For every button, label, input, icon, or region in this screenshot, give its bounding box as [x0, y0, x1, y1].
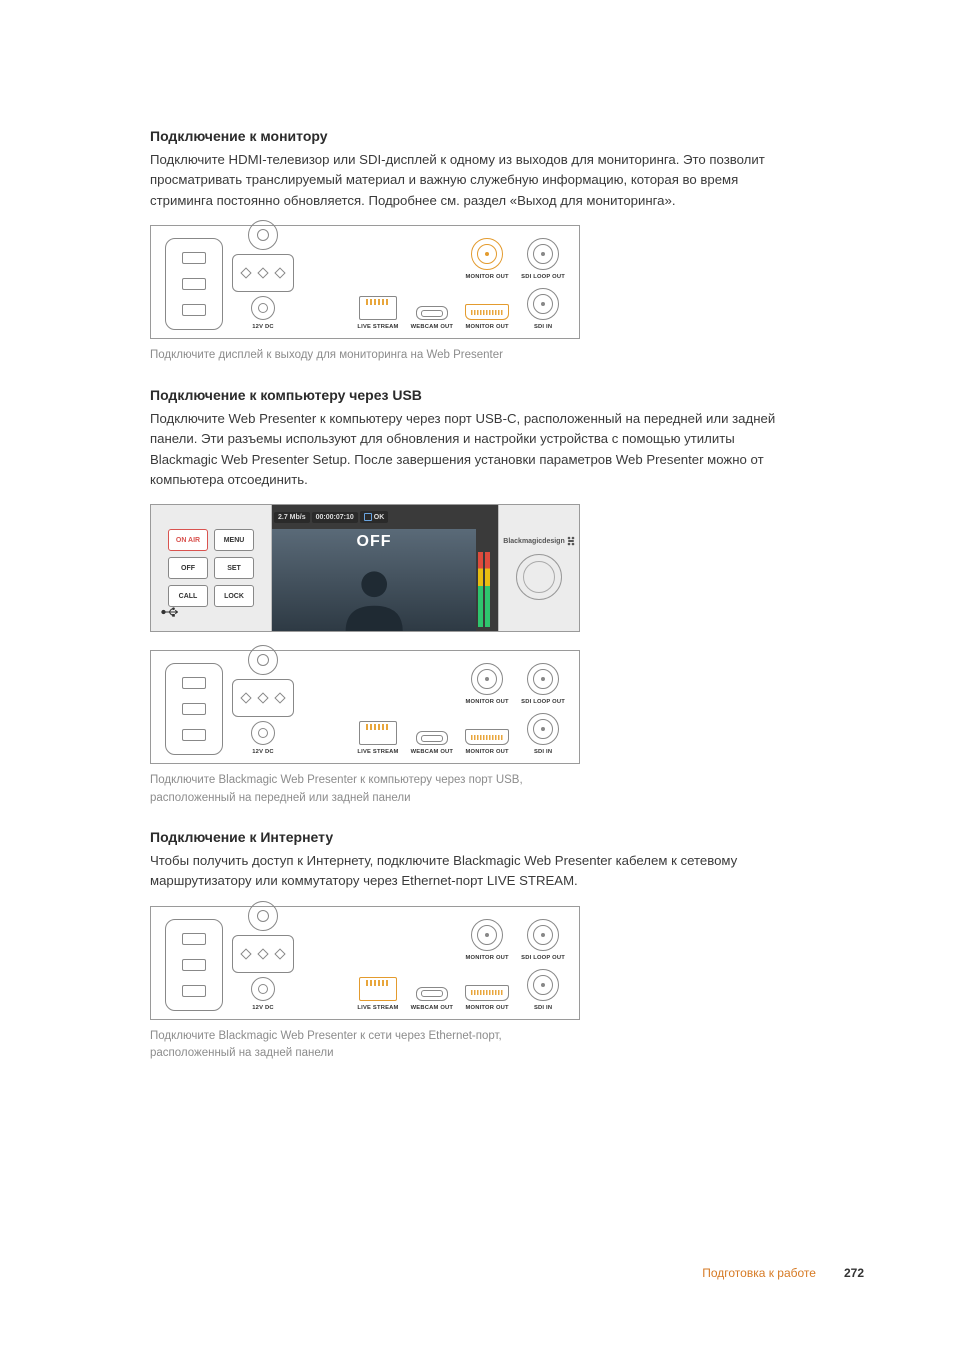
- bnc-monitor-out-icon: [471, 919, 503, 951]
- button-call: CALL: [168, 585, 208, 607]
- bnc-sdi-in-icon: [527, 288, 559, 320]
- port-live-stream: LIVE STREAM: [357, 238, 398, 330]
- page-footer: Подготовка к работе 272: [0, 1266, 954, 1280]
- diagram-rear-usb: 12V DC LIVE STREAM WEBCAM OUT MONITOR OU…: [150, 650, 580, 764]
- footer-section: Подготовка к работе: [702, 1266, 816, 1280]
- label-sdi-in: SDI IN: [534, 324, 552, 330]
- power-inlet-icon: [165, 663, 223, 755]
- caption-usb: Подключите Blackmagic Web Presenter к ко…: [150, 772, 570, 807]
- label-webcam-out: WEBCAM OUT: [411, 324, 454, 330]
- label-sdi-in: SDI IN: [534, 749, 552, 755]
- lcd-preview: OFF: [272, 529, 476, 631]
- heading-usb: Подключение к компьютеру через USB: [150, 387, 804, 403]
- ethernet-live-stream-icon: [359, 977, 397, 1001]
- hdmi-monitor-out-icon: [465, 304, 509, 320]
- label-sdi-loop: SDI LOOP OUT: [521, 699, 565, 705]
- bnc-monitor-out-icon: [471, 663, 503, 695]
- lcd-bitrate: 2.7 Mb/s: [274, 512, 310, 523]
- usbc-icon: [416, 306, 448, 320]
- bnc-sdi-loop-icon: [527, 663, 559, 695]
- body-usb: Подключите Web Presenter к компьютеру че…: [150, 409, 790, 491]
- front-buttons-area: ON AIR MENU OFF SET CALL LOCK: [151, 505, 272, 631]
- button-lock: LOCK: [214, 585, 254, 607]
- bnc-sdi-loop-icon: [527, 238, 559, 270]
- lcd-timecode: 00:00:07:10: [312, 512, 358, 523]
- label-webcam-out: WEBCAM OUT: [411, 749, 454, 755]
- bnc-sdi-in-icon: [527, 713, 559, 745]
- lcd-status: OK: [360, 511, 389, 523]
- label-live-stream: LIVE STREAM: [357, 1005, 398, 1011]
- bnc-sdi-loop-icon: [527, 919, 559, 951]
- power-inlet-icon: [165, 919, 223, 1011]
- bnc-sdi-in-icon: [527, 969, 559, 1001]
- label-monitor-out-top: MONITOR OUT: [465, 955, 508, 961]
- label-12vdc: 12V DC: [252, 1005, 274, 1011]
- label-sdi-in: SDI IN: [534, 1005, 552, 1011]
- diagram-front-panel: ON AIR MENU OFF SET CALL LOCK: [150, 504, 580, 632]
- heading-internet: Подключение к Интернету: [150, 829, 804, 845]
- port-monitor-out-stack: MONITOR OUT MONITOR OUT: [465, 238, 509, 330]
- body-monitor: Подключите HDMI-телевизор или SDI-диспле…: [150, 150, 790, 211]
- brand-label: Blackmagicdesign: [503, 536, 574, 546]
- label-sdi-loop: SDI LOOP OUT: [521, 274, 565, 280]
- button-off: OFF: [168, 557, 208, 579]
- label-monitor-out-top: MONITOR OUT: [465, 274, 508, 280]
- label-monitor-out-top: MONITOR OUT: [465, 699, 508, 705]
- label-sdi-loop: SDI LOOP OUT: [521, 955, 565, 961]
- label-monitor-out-bottom: MONITOR OUT: [465, 324, 508, 330]
- front-knob-area: Blackmagicdesign: [498, 505, 579, 631]
- diagram-rear-internet: 12V DC LIVE STREAM WEBCAM OUT MONITOR OU…: [150, 906, 580, 1020]
- hdmi-monitor-out-icon: [465, 729, 509, 745]
- caption-monitor: Подключите дисплей к выходу для монитори…: [150, 347, 570, 364]
- diagram-rear-monitor: 12V DC LIVE STREAM WEBCAM OUT MONITOR OU…: [150, 225, 580, 339]
- hdmi-monitor-out-icon: [465, 985, 509, 1001]
- bnc-monitor-out-icon: [471, 238, 503, 270]
- heading-monitor: Подключение к монитору: [150, 128, 804, 144]
- label-monitor-out-bottom: MONITOR OUT: [465, 1005, 508, 1011]
- silhouette-icon: [313, 560, 435, 631]
- label-monitor-out-bottom: MONITOR OUT: [465, 749, 508, 755]
- label-webcam-out: WEBCAM OUT: [411, 1005, 454, 1011]
- front-lcd: 2.7 Mb/s 00:00:07:10 OK OFF: [272, 505, 498, 631]
- dc-block: 12V DC: [235, 238, 291, 330]
- knob-icon: [516, 554, 562, 600]
- button-on-air: ON AIR: [168, 529, 208, 551]
- usbc-icon: [416, 731, 448, 745]
- port-sdi-stack: SDI LOOP OUT SDI IN: [521, 238, 565, 330]
- port-webcam-out: WEBCAM OUT: [411, 238, 454, 330]
- power-inlet-icon: [165, 238, 223, 330]
- label-12vdc: 12V DC: [252, 324, 274, 330]
- label-12vdc: 12V DC: [252, 749, 274, 755]
- lcd-state: OFF: [357, 533, 392, 551]
- footer-page-number: 272: [844, 1266, 864, 1280]
- label-live-stream: LIVE STREAM: [357, 749, 398, 755]
- button-menu: MENU: [214, 529, 254, 551]
- audio-meters: [476, 529, 498, 631]
- label-live-stream: LIVE STREAM: [357, 324, 398, 330]
- usb-icon: [161, 605, 181, 617]
- body-internet: Чтобы получить доступ к Интернету, подкл…: [150, 851, 790, 892]
- usbc-icon: [416, 987, 448, 1001]
- caption-internet: Подключите Blackmagic Web Presenter к се…: [150, 1028, 570, 1063]
- button-set: SET: [214, 557, 254, 579]
